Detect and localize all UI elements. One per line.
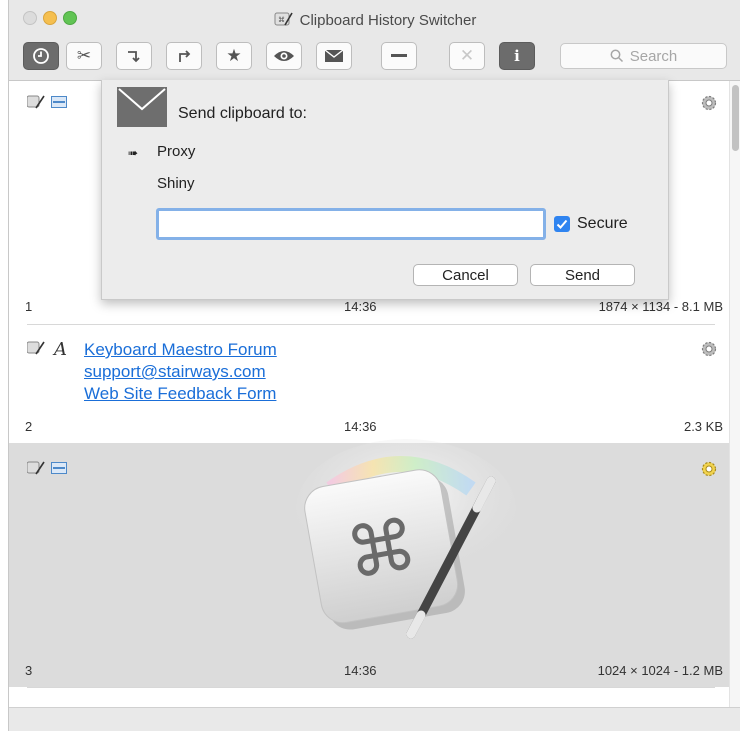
scrollbar[interactable] bbox=[729, 81, 740, 707]
keyboard-maestro-icon bbox=[27, 461, 45, 475]
cut-button[interactable]: ✂ bbox=[66, 42, 102, 70]
option-proxy[interactable]: Proxy bbox=[157, 143, 195, 160]
history-button[interactable] bbox=[23, 42, 59, 70]
item-meta: 1874 × 1134 - 8.1 MB bbox=[598, 299, 723, 314]
arrow-down-right-icon bbox=[128, 51, 140, 63]
svg-text:⌘: ⌘ bbox=[340, 503, 423, 596]
selected-arrow-icon: ➠ bbox=[128, 146, 139, 160]
secure-label: Secure bbox=[577, 215, 628, 232]
send-clipboard-popover: Send clipboard to: ➠ Proxy Shiny Secure … bbox=[101, 80, 669, 300]
scissors-icon: ✂ bbox=[76, 46, 92, 65]
destination-input[interactable] bbox=[156, 208, 546, 240]
send-button-popover[interactable]: Send bbox=[530, 264, 635, 286]
secure-checkbox[interactable] bbox=[554, 216, 570, 232]
checkmark-icon bbox=[556, 219, 568, 229]
envelope-icon bbox=[324, 49, 344, 62]
link-support-email[interactable]: support@stairways.com bbox=[84, 361, 277, 383]
send-button[interactable] bbox=[316, 42, 352, 70]
search-field[interactable]: Search bbox=[560, 43, 727, 69]
eye-icon bbox=[274, 51, 294, 61]
font-icon: A bbox=[54, 339, 67, 360]
item-meta: 2.3 KB bbox=[683, 419, 723, 434]
list-item-partial[interactable] bbox=[9, 688, 729, 707]
item-links: Keyboard Maestro Forum support@stairways… bbox=[84, 339, 277, 405]
preview-button[interactable] bbox=[266, 42, 302, 70]
search-icon bbox=[610, 49, 623, 63]
link-keyboard-maestro-forum[interactable]: Keyboard Maestro Forum bbox=[84, 339, 277, 361]
star-icon: ★ bbox=[226, 46, 242, 65]
keyboard-maestro-icon bbox=[27, 341, 45, 355]
arrow-up-right-icon bbox=[179, 50, 191, 62]
keyboard-maestro-preview-image: ⌘ bbox=[296, 439, 516, 639]
item-number: 1 bbox=[25, 299, 33, 314]
favorite-button[interactable]: ★ bbox=[216, 42, 252, 70]
option-shiny[interactable]: Shiny bbox=[157, 175, 195, 192]
popover-title: Send clipboard to: bbox=[178, 105, 307, 122]
x-icon: ✕ bbox=[459, 46, 475, 65]
svg-text:⌘: ⌘ bbox=[278, 16, 285, 24]
insert-button[interactable] bbox=[116, 42, 152, 70]
item-meta: 1024 × 1024 - 1.2 MB bbox=[597, 663, 723, 678]
clock-icon bbox=[33, 48, 49, 64]
link-feedback-form[interactable]: Web Site Feedback Form bbox=[84, 383, 277, 405]
item-number: 2 bbox=[25, 419, 33, 434]
gear-icon[interactable] bbox=[699, 339, 719, 359]
title-bar: ⌘ Clipboard History Switcher bbox=[9, 0, 740, 40]
window-title: ⌘ Clipboard History Switcher bbox=[9, 11, 740, 29]
scrollbar-thumb[interactable] bbox=[732, 85, 739, 151]
gear-icon[interactable] bbox=[699, 459, 719, 479]
keyboard-maestro-icon bbox=[27, 95, 45, 109]
item-time: 14:36 bbox=[344, 663, 377, 678]
cancel-button[interactable]: Cancel bbox=[413, 264, 518, 286]
minus-icon bbox=[391, 54, 407, 57]
delete-button[interactable]: ✕ bbox=[449, 42, 485, 70]
info-icon: i bbox=[514, 47, 520, 65]
item-time: 14:36 bbox=[344, 299, 377, 314]
toolbar: ✂ ★ ✕ i Search bbox=[9, 40, 740, 81]
window-footer bbox=[9, 707, 740, 731]
image-icon bbox=[51, 96, 67, 108]
image-icon bbox=[51, 462, 67, 474]
minimize-button[interactable] bbox=[381, 42, 417, 70]
redo-button[interactable] bbox=[166, 42, 202, 70]
gear-icon[interactable] bbox=[699, 93, 719, 113]
window-title-text: Clipboard History Switcher bbox=[299, 12, 477, 29]
search-placeholder: Search bbox=[629, 47, 678, 65]
envelope-icon bbox=[117, 87, 167, 127]
keyboard-maestro-app-icon: ⌘ bbox=[274, 12, 293, 26]
clipboard-history-window: ⌘ Clipboard History Switcher ✂ ★ ✕ i Sea… bbox=[8, 0, 740, 731]
info-button[interactable]: i bbox=[499, 42, 535, 70]
item-number: 3 bbox=[25, 663, 33, 678]
